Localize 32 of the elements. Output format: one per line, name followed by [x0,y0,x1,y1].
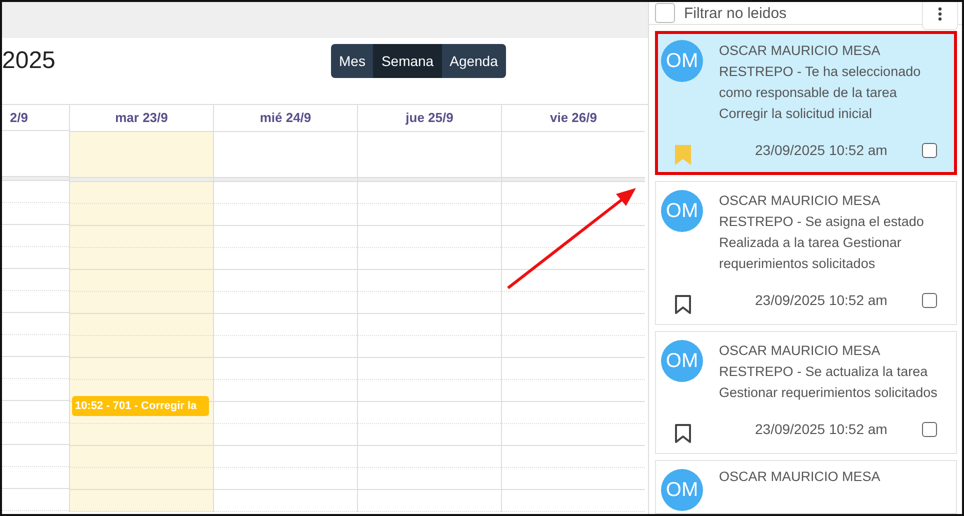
avatar: OM [661,340,703,382]
notification-checkbox[interactable] [922,292,938,308]
calendar-title: 2025 [2,46,56,76]
kebab-menu-icon [938,7,942,21]
more-menu-button[interactable] [922,2,958,30]
bookmark-icon[interactable] [674,294,692,316]
filter-checkbox[interactable] [655,3,675,23]
notification-card[interactable]: OM OSCAR MAURICIO MESA [655,460,957,514]
day-header: jue 25/9 [358,105,501,132]
notification-text: OSCAR MAURICIO MESA [719,469,882,486]
notification-checkbox[interactable] [922,142,938,158]
avatar: OM [661,469,703,511]
notification-time: 23/09/2025 10:52 am [755,421,888,437]
notification-time: 23/09/2025 10:52 am [755,292,888,308]
view-tab[interactable]: Agenda [442,44,506,78]
notification-card[interactable]: OM OSCAR MAURICIO MESA RESTREPO - Se asigna el estado Realizada a la tarea Gestionar requerimientos solicitados 23/09/2025 10:52 am [655,181,957,325]
bookmark-icon[interactable] [674,423,692,445]
filter-label: Filtrar no leidos [684,4,787,22]
day-header: 2/9 [2,105,69,131]
notification-text: OSCAR MAURICIO MESA RESTREPO - Se asigna el estado Realizada a la tarea Gestionar requerimientos solicitados [719,192,925,273]
view-tab[interactable]: Mes [331,44,374,78]
notification-card[interactable]: OM OSCAR MAURICIO MESA RESTREPO - Te ha seleccionado como responsable de la tarea Corregir la solicitud inicial 23/09/2025 10:52 am [655,31,957,175]
avatar: OM [661,40,703,82]
notification-card[interactable]: OM OSCAR MAURICIO MESA RESTREPO - Se actualiza la tarea Gestionar requerimientos solicitados 23/09/2025 10:52 am [655,331,957,454]
notification-text: OSCAR MAURICIO MESA RESTREPO - Se actualiza la tarea Gestionar requerimientos solicitados [719,342,938,402]
avatar: OM [661,190,703,232]
notification-text: OSCAR MAURICIO MESA RESTREPO - Te ha seleccionado como responsable de la tarea Corregir la solicitud inicial [719,42,922,123]
view-tab[interactable]: Semana [373,44,442,78]
day-header: mié 24/9 [214,105,357,132]
notification-time: 23/09/2025 10:52 am [755,142,888,158]
day-header: vie 26/9 [502,105,645,132]
notification-checkbox[interactable] [922,422,938,436]
